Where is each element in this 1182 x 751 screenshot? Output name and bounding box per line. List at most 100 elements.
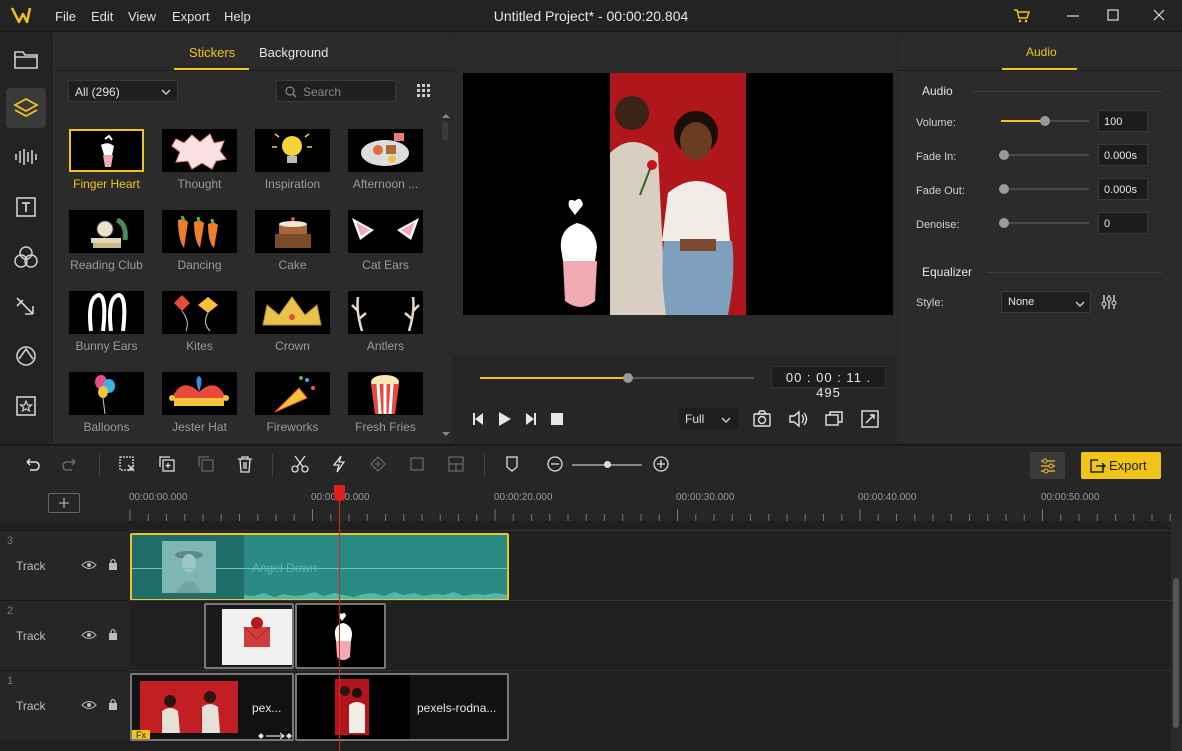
menu-export[interactable]: Export [172,9,210,24]
sticker-crown[interactable]: Crown [255,291,330,353]
sticker-bunny-ears[interactable]: Bunny Ears [69,291,144,353]
export-button[interactable]: Export [1081,452,1161,479]
fade-in-field[interactable]: 0.000s [1098,144,1148,166]
menu-edit[interactable]: Edit [91,9,113,24]
fullscreen-icon[interactable] [859,408,881,430]
stop-icon[interactable] [546,408,568,430]
sticker-fresh-fries[interactable]: Fresh Fries [348,372,423,434]
denoise-field[interactable]: 0 [1098,212,1148,234]
split-lightning-icon[interactable] [329,454,349,474]
timeline-settings-button[interactable] [1030,452,1065,479]
paste-icon[interactable] [196,454,216,474]
sticker-afternoon[interactable]: Afternoon ... [348,129,423,191]
cart-icon[interactable] [1012,6,1032,26]
volume-slider-handle[interactable] [1040,116,1050,126]
trash-icon[interactable] [235,454,255,474]
favorites-icon[interactable] [6,386,46,426]
finger-heart-sticker-overlay[interactable] [551,191,611,311]
timeline-zoom-slider[interactable] [572,461,642,468]
next-frame-icon[interactable] [519,408,541,430]
volume-icon[interactable] [787,408,809,430]
category-dropdown[interactable]: All (296) [68,80,178,102]
zoom-select[interactable]: Full [679,408,739,430]
sticker-kites[interactable]: Kites [162,291,237,353]
add-track-button[interactable] [48,493,80,513]
library-scrollbar[interactable] [442,121,448,141]
sticker-clip[interactable] [295,603,386,669]
eye-icon[interactable] [81,629,97,641]
close-button[interactable] [1149,6,1169,26]
fade-in-slider-handle[interactable] [999,150,1009,160]
sticker-balloons[interactable]: Balloons [69,372,144,434]
time-ruler[interactable]: 00:00:00.000 00:00:10.000 00:00:20.000 0… [129,485,1182,521]
fade-out-slider-handle[interactable] [999,184,1009,194]
menu-file[interactable]: File [55,9,76,24]
video-clip-2[interactable]: pexels-rodna... [295,673,509,741]
maximize-button[interactable] [1103,6,1123,26]
progress-handle[interactable] [622,373,633,383]
sticker-jester-hat[interactable]: Jester Hat [162,372,237,434]
mosaic-icon[interactable] [446,454,466,474]
lock-icon[interactable] [107,627,119,641]
tab-audio[interactable]: Audio [1026,45,1057,59]
playhead-line[interactable] [339,485,340,751]
sticker-fireworks[interactable]: Fireworks [255,372,330,434]
denoise-slider[interactable] [999,218,1089,228]
zoom-in-icon[interactable] [651,454,671,474]
volume-slider[interactable] [1001,116,1089,126]
grid-view-icon[interactable] [416,83,432,99]
transitions-icon[interactable] [6,286,46,326]
eq-style-select[interactable]: None [1001,291,1091,313]
audio-clip[interactable]: Angel Down [130,533,509,601]
sticker-cat-ears[interactable]: Cat Ears [348,210,423,272]
sticker-dancing[interactable]: Dancing [162,210,237,272]
redo-icon[interactable] [60,454,80,474]
equalizer-settings-icon[interactable] [1100,293,1118,311]
timeline-zoom-handle[interactable] [604,461,611,468]
search-input[interactable]: Search [276,80,396,102]
zoom-out-icon[interactable] [545,454,565,474]
eye-icon[interactable] [81,699,97,711]
undo-icon[interactable] [22,454,42,474]
snapshot-camera-icon[interactable] [751,408,773,430]
denoise-slider-handle[interactable] [999,218,1009,228]
marker-icon[interactable] [502,454,522,474]
sticker-finger-heart[interactable]: Finger Heart [69,129,144,191]
audio-waveform-icon[interactable] [6,137,46,177]
track-row-1[interactable]: pex... Fx pexels-rodna... [129,670,1171,741]
track-row-3[interactable]: Angel Down [129,530,1171,601]
track-row-2[interactable] [129,600,1171,670]
fade-out-field[interactable]: 0.000s [1098,178,1148,200]
video-clip-1[interactable]: pex... Fx [130,673,294,741]
timeline-scrollbar-thumb[interactable] [1173,578,1179,728]
media-folder-icon[interactable] [6,39,46,79]
tab-background[interactable]: Background [259,45,328,60]
tab-stickers[interactable]: Stickers [189,45,235,60]
sticker-antlers[interactable]: Antlers [348,291,423,353]
lock-icon[interactable] [107,557,119,571]
crop-icon[interactable] [407,454,427,474]
filters-icon[interactable] [6,237,46,277]
progress-track[interactable] [480,373,754,383]
text-icon[interactable] [6,187,46,227]
eye-icon[interactable] [81,559,97,571]
menu-view[interactable]: View [128,9,156,24]
keyframe-icon[interactable] [368,454,388,474]
play-icon[interactable] [493,408,515,430]
lock-icon[interactable] [107,697,119,711]
copy-icon[interactable] [157,454,177,474]
menu-help[interactable]: Help [224,9,251,24]
detach-preview-icon[interactable] [823,408,845,430]
volume-field[interactable]: 100 [1098,110,1148,132]
minimize-button[interactable] [1063,6,1083,26]
delete-gap-icon[interactable] [117,454,137,474]
fade-out-slider[interactable] [999,184,1089,194]
scroll-down-icon[interactable] [442,431,450,437]
sticker-inspiration[interactable]: Inspiration [255,129,330,191]
envelope-clip[interactable] [204,603,294,669]
fx-badge[interactable]: Fx [132,730,150,739]
sticker-thought[interactable]: Thought [162,129,237,191]
scissors-icon[interactable] [290,454,310,474]
playhead-handle[interactable] [334,485,345,501]
layers-icon[interactable] [6,88,46,128]
